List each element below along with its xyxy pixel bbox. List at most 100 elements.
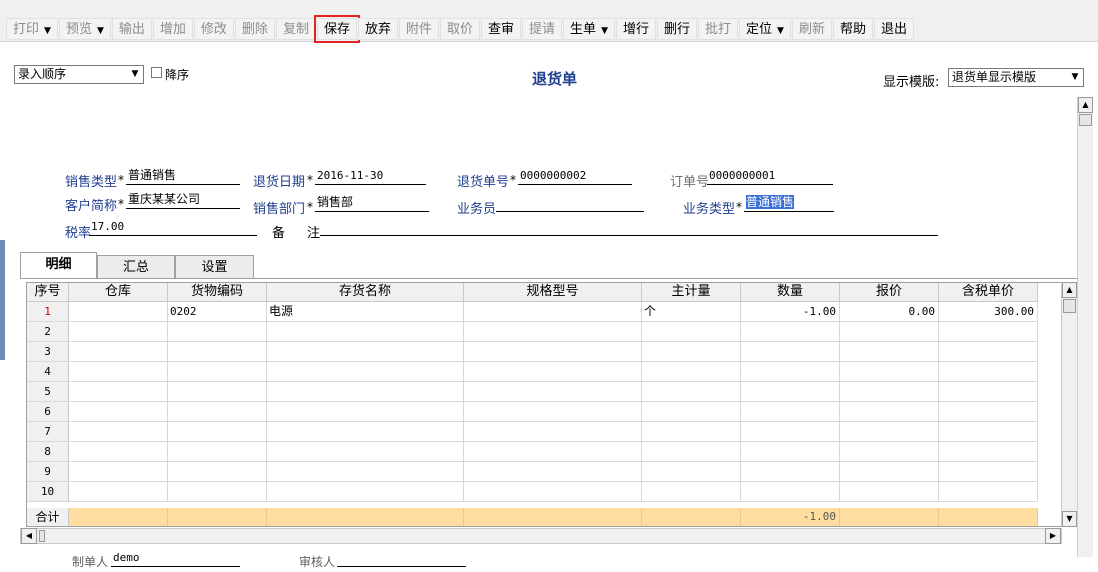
- table-cell-quote[interactable]: [840, 442, 939, 462]
- column-header[interactable]: 报价: [840, 283, 939, 302]
- table-cell-quote[interactable]: [840, 322, 939, 342]
- scroll-left-icon[interactable]: ◀: [21, 528, 37, 544]
- table-cell-unit[interactable]: [642, 322, 741, 342]
- biz-type-field[interactable]: 普通销售: [744, 195, 834, 212]
- table-cell-spec[interactable]: [464, 382, 642, 402]
- row-number[interactable]: 10: [27, 482, 69, 502]
- toolbar-button-18[interactable]: 刷新: [791, 18, 832, 40]
- table-cell-qty[interactable]: -1.00: [741, 302, 840, 322]
- remark-field[interactable]: [320, 219, 938, 236]
- table-cell-qty[interactable]: [741, 322, 840, 342]
- table-cell-unit[interactable]: [642, 402, 741, 422]
- table-cell-spec[interactable]: [464, 422, 642, 442]
- column-header[interactable]: 规格型号: [464, 283, 642, 302]
- toolbar-button-16[interactable]: 批打: [698, 18, 739, 40]
- table-cell-code[interactable]: [168, 382, 267, 402]
- table-cell-code[interactable]: [168, 442, 267, 462]
- dept-field[interactable]: 销售部: [315, 195, 429, 212]
- table-cell-price[interactable]: [939, 362, 1038, 382]
- toolbar-button-17[interactable]: 定位 ▼: [739, 18, 791, 40]
- table-cell-qty[interactable]: [741, 382, 840, 402]
- table-cell-name[interactable]: [267, 322, 464, 342]
- table-cell-warehouse[interactable]: [69, 402, 168, 422]
- table-cell-code[interactable]: [168, 402, 267, 422]
- order-no-field[interactable]: 0000000001: [707, 168, 833, 185]
- table-cell-spec[interactable]: [464, 462, 642, 482]
- table-cell-warehouse[interactable]: [69, 442, 168, 462]
- table-cell-unit[interactable]: [642, 442, 741, 462]
- toolbar-button-11[interactable]: 查审: [481, 18, 522, 40]
- table-cell-warehouse[interactable]: [69, 382, 168, 402]
- row-number[interactable]: 6: [27, 402, 69, 422]
- row-number[interactable]: 3: [27, 342, 69, 362]
- table-cell-qty[interactable]: [741, 422, 840, 442]
- table-cell-warehouse[interactable]: [69, 342, 168, 362]
- toolbar-button-15[interactable]: 删行: [657, 18, 698, 40]
- table-cell-quote[interactable]: 0.00: [840, 302, 939, 322]
- return-no-field[interactable]: 0000000002: [518, 168, 632, 185]
- table-cell-name[interactable]: [267, 382, 464, 402]
- row-number[interactable]: 7: [27, 422, 69, 442]
- scroll-up-icon[interactable]: ▲: [1078, 97, 1093, 113]
- toolbar-button-14[interactable]: 增行: [615, 18, 656, 40]
- table-cell-price[interactable]: 300.00: [939, 302, 1038, 322]
- grid-horizontal-scrollbar[interactable]: ◀ ▶: [20, 528, 1062, 544]
- table-cell-quote[interactable]: [840, 362, 939, 382]
- toolbar-button-20[interactable]: 退出: [874, 18, 915, 40]
- toolbar-button-4[interactable]: 修改: [193, 18, 234, 40]
- chevron-down-icon[interactable]: ▼: [601, 26, 608, 36]
- row-number[interactable]: 1: [27, 302, 69, 322]
- table-cell-quote[interactable]: [840, 482, 939, 502]
- table-cell-code[interactable]: [168, 462, 267, 482]
- table-cell-code[interactable]: [168, 362, 267, 382]
- table-cell-qty[interactable]: [741, 462, 840, 482]
- return-date-field[interactable]: 2016-11-30: [315, 168, 426, 185]
- scroll-right-icon[interactable]: ▶: [1045, 528, 1061, 544]
- table-cell-warehouse[interactable]: [69, 422, 168, 442]
- table-cell-quote[interactable]: [840, 462, 939, 482]
- table-cell-qty[interactable]: [741, 402, 840, 422]
- grid-scrollbar-thumb[interactable]: [1063, 299, 1076, 313]
- table-cell-name[interactable]: [267, 342, 464, 362]
- table-cell-quote[interactable]: [840, 382, 939, 402]
- table-cell-spec[interactable]: [464, 342, 642, 362]
- table-cell-qty[interactable]: [741, 482, 840, 502]
- table-cell-warehouse[interactable]: [69, 302, 168, 322]
- table-cell-warehouse[interactable]: [69, 462, 168, 482]
- column-header[interactable]: 数量: [741, 283, 840, 302]
- table-cell-code[interactable]: [168, 422, 267, 442]
- chevron-down-icon[interactable]: ▼: [44, 26, 51, 36]
- toolbar-button-10[interactable]: 取价: [440, 18, 481, 40]
- table-cell-name[interactable]: [267, 482, 464, 502]
- row-number[interactable]: 4: [27, 362, 69, 382]
- column-header[interactable]: 含税单价: [939, 283, 1038, 302]
- tab-summary[interactable]: 汇总: [97, 255, 175, 279]
- left-edge-handle[interactable]: [0, 240, 5, 360]
- salesman-field[interactable]: [496, 195, 644, 212]
- table-cell-quote[interactable]: [840, 402, 939, 422]
- table-cell-price[interactable]: [939, 402, 1038, 422]
- table-cell-unit[interactable]: 个: [642, 302, 741, 322]
- table-cell-spec[interactable]: [464, 442, 642, 462]
- table-cell-code[interactable]: [168, 322, 267, 342]
- table-cell-warehouse[interactable]: [69, 322, 168, 342]
- toolbar-button-8[interactable]: 放弃: [357, 18, 398, 40]
- table-cell-spec[interactable]: [464, 402, 642, 422]
- table-cell-price[interactable]: [939, 342, 1038, 362]
- scroll-up-icon[interactable]: ▲: [1062, 282, 1077, 298]
- descending-checkbox[interactable]: [151, 67, 162, 78]
- row-number[interactable]: 8: [27, 442, 69, 462]
- table-cell-code[interactable]: [168, 342, 267, 362]
- toolbar-button-1[interactable]: 预览 ▼: [58, 18, 111, 40]
- column-header[interactable]: 主计量: [642, 283, 741, 302]
- row-number[interactable]: 9: [27, 462, 69, 482]
- order-select[interactable]: 录入顺序 ▼: [14, 65, 144, 84]
- table-cell-name[interactable]: [267, 362, 464, 382]
- toolbar-button-3[interactable]: 增加: [152, 18, 193, 40]
- customer-field[interactable]: 重庆某某公司: [126, 192, 240, 209]
- table-cell-price[interactable]: [939, 482, 1038, 502]
- table-cell-warehouse[interactable]: [69, 362, 168, 382]
- table-cell-price[interactable]: [939, 422, 1038, 442]
- chevron-down-icon[interactable]: ▼: [97, 26, 104, 36]
- toolbar-button-2[interactable]: 输出: [111, 18, 152, 40]
